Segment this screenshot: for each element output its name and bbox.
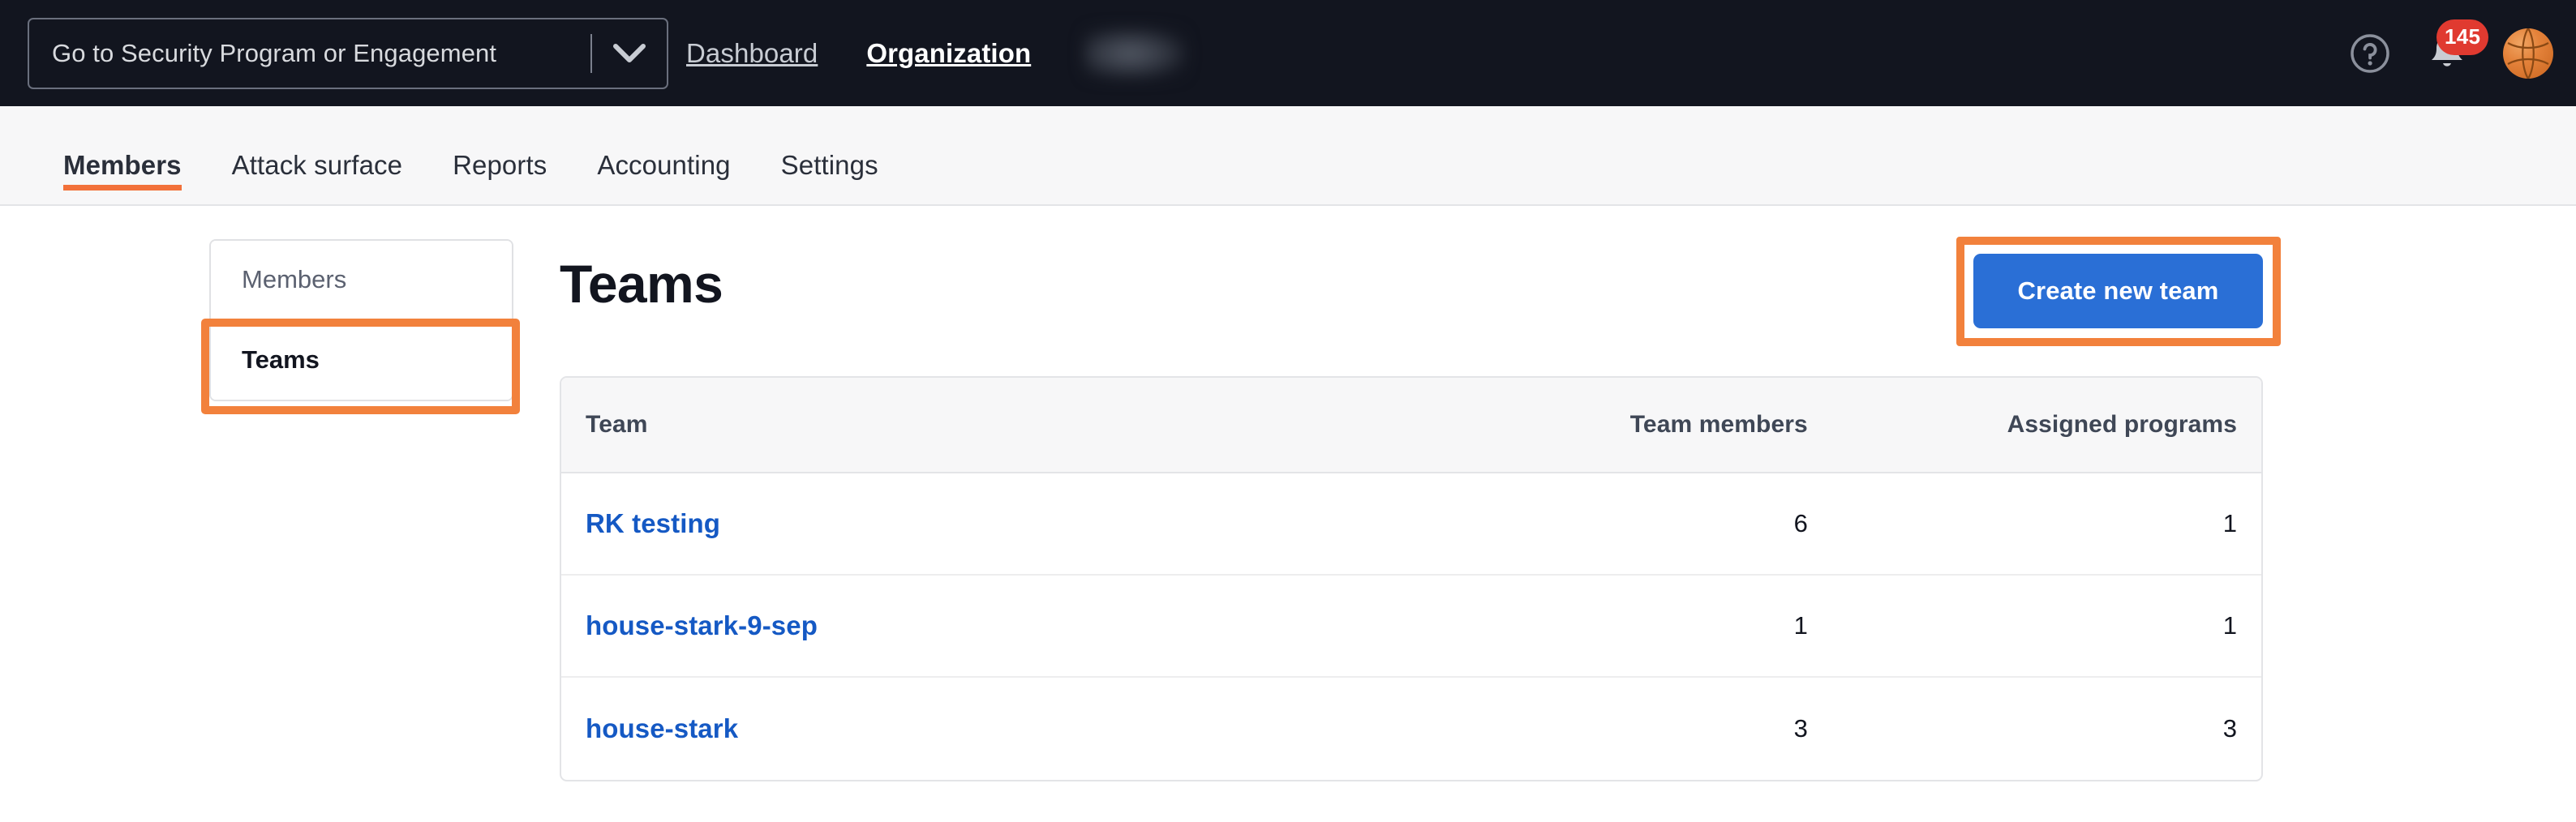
cell-assigned-programs: 3: [2222, 714, 2237, 743]
top-header-bar: Go to Security Program or Engagement Das…: [0, 0, 2576, 106]
column-header-team[interactable]: Team: [561, 378, 1452, 473]
cell-team-name: house-stark: [561, 678, 1452, 780]
column-header-assigned-programs[interactable]: Assigned programs: [1856, 378, 2261, 473]
nav-item-organization[interactable]: Organization: [842, 38, 1055, 69]
chevron-down-icon[interactable]: [592, 43, 667, 64]
section-tab-strip: Members Attack surface Reports Accountin…: [0, 106, 2576, 206]
teams-table: Team Team members Assigned programs RK t…: [560, 376, 2263, 781]
sidebar-item-label: Teams: [242, 345, 320, 374]
create-new-team-button[interactable]: Create new team: [1973, 254, 2263, 328]
team-link[interactable]: RK testing: [586, 508, 720, 538]
team-link[interactable]: house-stark-9-sep: [586, 610, 818, 640]
sidebar-item-teams[interactable]: Teams: [211, 320, 512, 400]
sidebar-card: Members Teams: [209, 239, 513, 401]
teams-table-body: RK testing 6 1 house-stark-9-sep 1 1 hou…: [561, 473, 2261, 780]
cell-assigned-programs: 1: [1856, 576, 2261, 678]
cell-team-members: 6: [1451, 473, 1857, 576]
tab-members[interactable]: Members: [63, 106, 182, 191]
tab-reports[interactable]: Reports: [453, 106, 547, 181]
table-header-row: Team Team members Assigned programs: [561, 378, 2261, 473]
cell-team-members: 1: [1451, 576, 1857, 678]
nav-item-dashboard[interactable]: Dashboard: [686, 38, 842, 69]
sidebar-item-members[interactable]: Members: [211, 241, 512, 320]
page-title: Teams: [560, 254, 723, 314]
bell-icon[interactable]: 145: [2427, 19, 2489, 76]
question-circle-icon[interactable]: [2349, 32, 2391, 75]
redacted-org-name: [1084, 28, 1187, 79]
tab-settings[interactable]: Settings: [781, 106, 878, 181]
cell-team-name: house-stark-9-sep: [561, 576, 1452, 678]
avatar[interactable]: [2503, 28, 2553, 79]
settings-sidebar: Members Teams: [201, 239, 520, 414]
primary-nav: Dashboard Organization: [686, 0, 1187, 106]
cell-team-name: RK testing: [561, 473, 1452, 576]
column-header-team-members[interactable]: Team members: [1451, 378, 1857, 473]
header-actions: 145: [2349, 0, 2553, 106]
program-selector-value: Go to Security Program or Engagement: [52, 39, 497, 67]
table-row[interactable]: house-stark-9-sep 1 1: [561, 576, 2261, 678]
table-row[interactable]: RK testing 6 1: [561, 473, 2261, 576]
cell-team-members: 3: [1793, 714, 1808, 743]
sidebar-item-label: Members: [242, 265, 347, 293]
tab-attack-surface[interactable]: Attack surface: [232, 106, 403, 181]
team-link[interactable]: house-stark: [586, 713, 738, 743]
table-row[interactable]: house-stark 3 3: [561, 678, 2261, 780]
program-selector[interactable]: Go to Security Program or Engagement: [28, 18, 668, 89]
cell-assigned-programs: 1: [1856, 473, 2261, 576]
page-content: Members Teams Teams Create new team Team…: [0, 206, 2576, 822]
teams-table-head: Team Team members Assigned programs: [561, 378, 2261, 473]
notification-badge: 145: [2436, 19, 2489, 55]
main-column: Teams Create new team Team Team members …: [560, 206, 2281, 781]
page-header: Teams Create new team: [560, 206, 2281, 376]
tab-accounting[interactable]: Accounting: [597, 106, 730, 181]
